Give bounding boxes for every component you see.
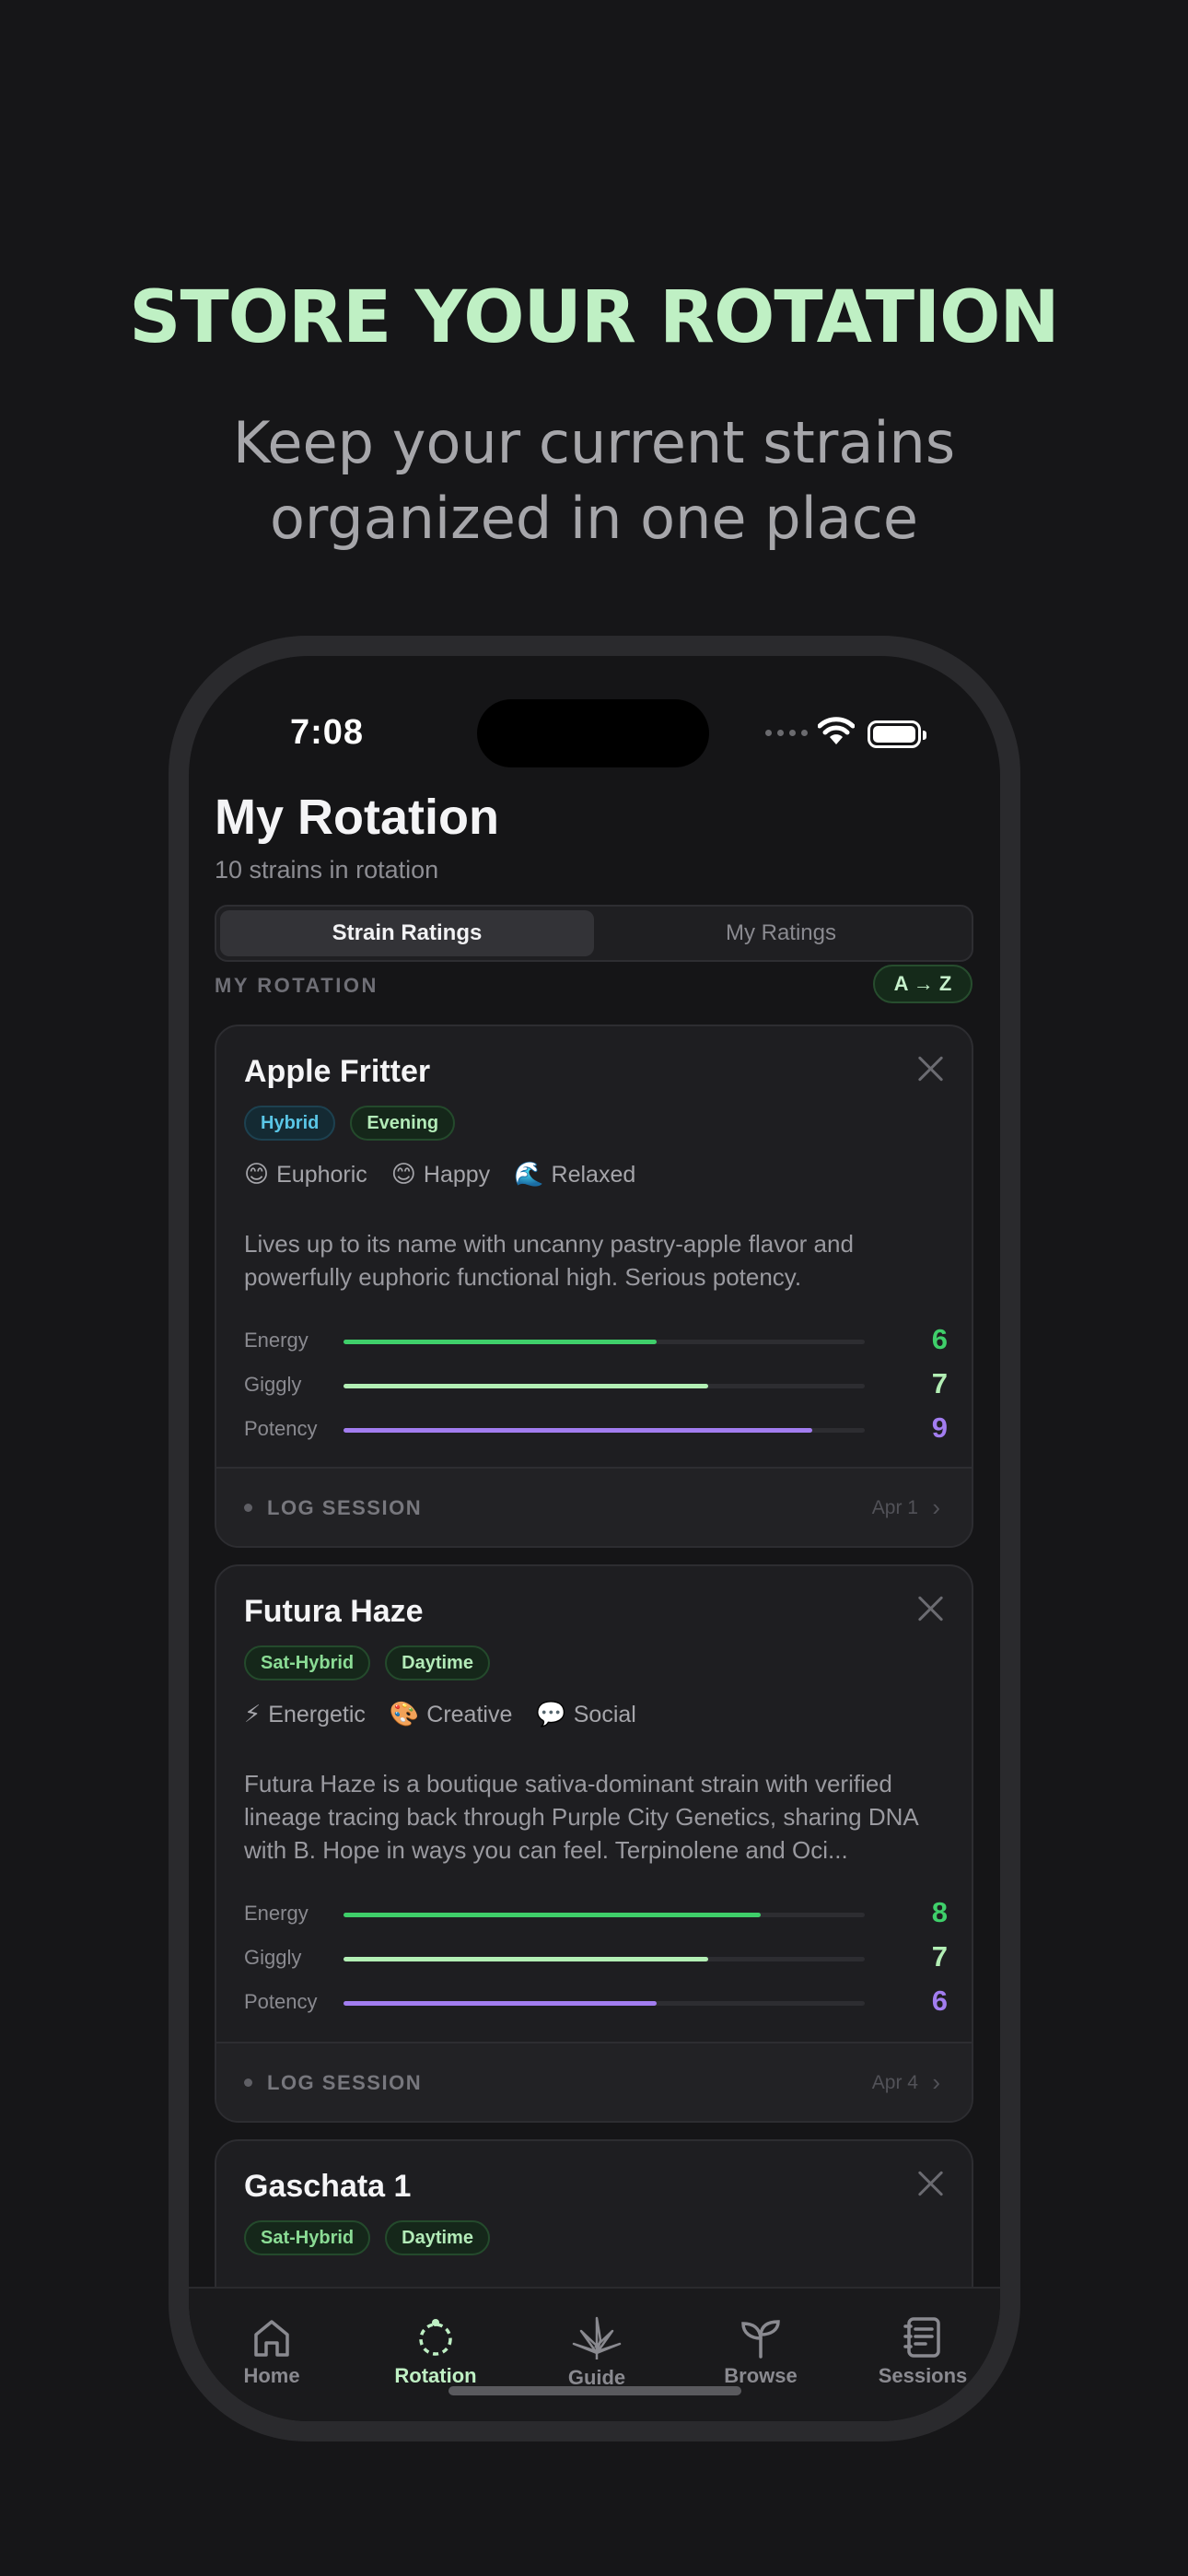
speech-bubble-emoji-icon: 💬 bbox=[536, 1701, 566, 1728]
effect-happy: 😊 Happy bbox=[390, 1161, 491, 1188]
effect-creative: 🎨 Creative bbox=[389, 1701, 513, 1728]
chevron-right-icon: › bbox=[932, 2068, 940, 2096]
journal-icon bbox=[903, 2317, 940, 2358]
dynamic-island bbox=[477, 699, 709, 767]
ratings-segmented-control: Strain Ratings My Ratings bbox=[215, 905, 973, 962]
bullet-icon bbox=[244, 2078, 252, 2087]
last-session-date: Apr 4 bbox=[871, 2072, 918, 2093]
home-icon bbox=[254, 2320, 289, 2357]
rotation-icon bbox=[419, 2319, 452, 2356]
sprout-icon bbox=[741, 2320, 780, 2359]
effect-social: 💬 Social bbox=[536, 1701, 636, 1728]
remove-close-icon[interactable] bbox=[916, 2169, 944, 2196]
strain-name: Gaschata 1 bbox=[244, 2169, 412, 2204]
sort-button[interactable]: A → Z bbox=[873, 965, 973, 1003]
segment-my-ratings[interactable]: My Ratings bbox=[594, 910, 968, 956]
tab-home[interactable]: Home bbox=[207, 2316, 336, 2388]
phone-screen: 7:08 My Rotation 10 strains in rotation … bbox=[189, 656, 1000, 2421]
last-session-date: Apr 1 bbox=[871, 1497, 918, 1518]
type-tag: Sat-Hybrid bbox=[244, 2220, 371, 2255]
meter-giggly: Giggly 7 bbox=[244, 1940, 948, 1973]
type-tag: Sat-Hybrid bbox=[244, 1645, 371, 1680]
lightning-emoji-icon: ⚡ bbox=[244, 1701, 262, 1728]
bullet-icon bbox=[244, 1504, 252, 1512]
remove-close-icon[interactable] bbox=[916, 1054, 944, 1082]
strain-name: Futura Haze bbox=[244, 1594, 424, 1629]
type-tag: Hybrid bbox=[244, 1106, 336, 1141]
tab-sessions[interactable]: Sessions bbox=[858, 2316, 987, 2388]
strain-count: 10 strains in rotation bbox=[215, 856, 439, 884]
effect-energetic: ⚡ Energetic bbox=[244, 1701, 366, 1728]
phone-frame: 7:08 My Rotation 10 strains in rotation … bbox=[169, 636, 1020, 2441]
palette-emoji-icon: 🎨 bbox=[389, 1701, 420, 1728]
smile-emoji-icon: 😊 bbox=[244, 1161, 270, 1188]
hero-title: STORE YOUR ROTATION bbox=[129, 276, 1059, 359]
rating-meters: Energy 6 Giggly 7 Potency 9 bbox=[244, 1319, 948, 1452]
strain-name: Apple Fritter bbox=[244, 1054, 431, 1089]
tab-guide[interactable]: Guide bbox=[532, 2316, 661, 2390]
strain-description: Futura Haze is a boutique sativa-dominan… bbox=[244, 1770, 918, 1864]
meter-potency: Potency 6 bbox=[244, 1985, 948, 2017]
strain-description: Lives up to its name with uncanny pastry… bbox=[244, 1230, 854, 1291]
meter-energy: Energy 6 bbox=[244, 1323, 948, 1355]
page-title: My Rotation bbox=[215, 790, 499, 845]
log-session-button[interactable]: LOG SESSION Apr 4 › bbox=[216, 2042, 972, 2121]
section-label: MY ROTATION bbox=[215, 974, 379, 997]
meter-giggly: Giggly 7 bbox=[244, 1367, 948, 1399]
time-tag: Daytime bbox=[385, 2220, 490, 2255]
hero-subtitle: Keep your current strains organized in o… bbox=[0, 405, 1188, 556]
home-indicator[interactable] bbox=[448, 2386, 741, 2395]
status-time: 7:08 bbox=[290, 713, 365, 752]
battery-icon bbox=[868, 720, 926, 748]
effect-euphoric: 😊 Euphoric bbox=[244, 1161, 367, 1188]
smile-emoji-icon: 😊 bbox=[390, 1161, 416, 1188]
wifi-icon bbox=[818, 717, 855, 744]
time-tag: Daytime bbox=[385, 1645, 490, 1680]
time-tag: Evening bbox=[350, 1106, 456, 1141]
remove-close-icon[interactable] bbox=[916, 1594, 944, 1622]
effect-relaxed: 🌊 Relaxed bbox=[514, 1161, 636, 1188]
tab-browse[interactable]: Browse bbox=[696, 2316, 825, 2388]
wave-emoji-icon: 🌊 bbox=[514, 1161, 544, 1188]
tab-rotation[interactable]: Rotation bbox=[371, 2316, 500, 2388]
strain-card[interactable]: Apple Fritter Hybrid Evening 😊 Euphoric 😊… bbox=[215, 1025, 973, 1548]
segment-strain-ratings[interactable]: Strain Ratings bbox=[220, 910, 594, 956]
hero-subtitle-line-2: organized in one place bbox=[269, 485, 919, 552]
bottom-tab-bar: Home Rotation Guide Browse Sessions bbox=[189, 2287, 1000, 2421]
leaf-icon bbox=[572, 2316, 622, 2359]
strain-card[interactable]: Futura Haze Sat-Hybrid Daytime ⚡ Energeti… bbox=[215, 1564, 973, 2123]
cellular-signal-icon bbox=[765, 730, 808, 736]
meter-energy: Energy 8 bbox=[244, 1896, 948, 1928]
log-session-button[interactable]: LOG SESSION Apr 1 › bbox=[216, 1467, 972, 1546]
hero-subtitle-line-1: Keep your current strains bbox=[232, 409, 956, 476]
chevron-right-icon: › bbox=[932, 1493, 940, 1521]
rating-meters: Energy 8 Giggly 7 Potency 6 bbox=[244, 1892, 948, 2025]
meter-potency: Potency 9 bbox=[244, 1411, 948, 1444]
